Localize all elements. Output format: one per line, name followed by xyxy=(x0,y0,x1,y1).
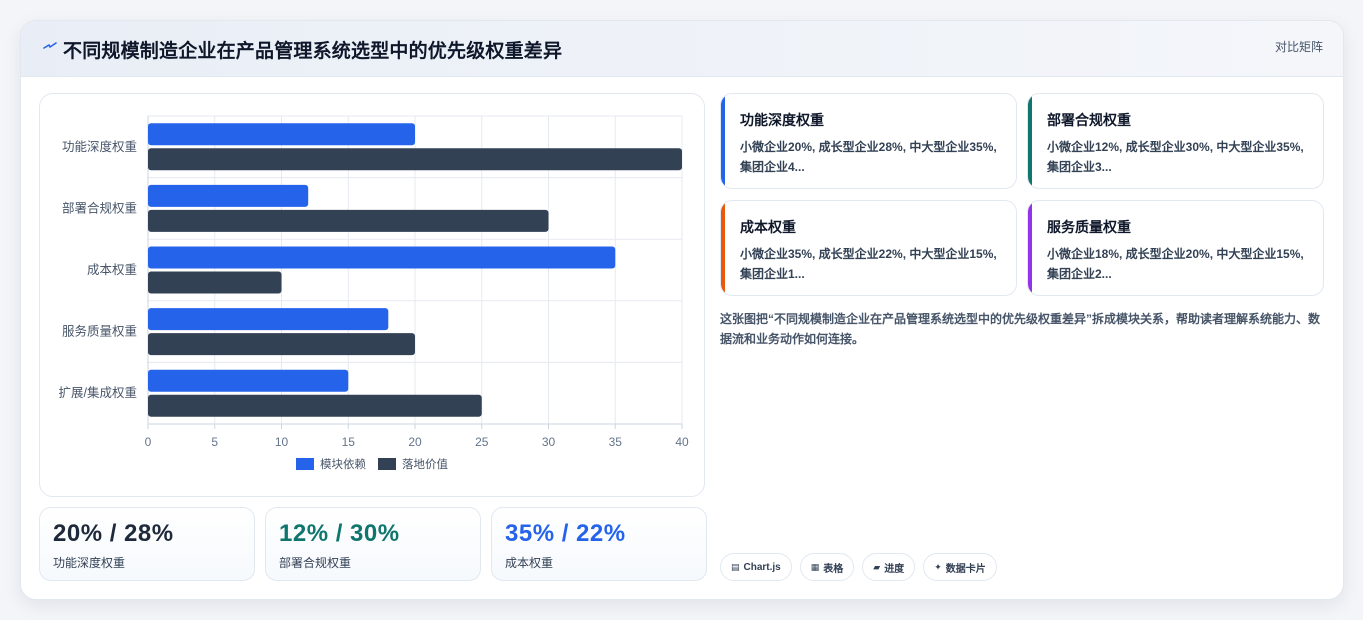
kpi-label: 功能深度权重 xyxy=(53,556,126,570)
x-tick-label: 5 xyxy=(211,435,218,449)
chip-label: 数据卡片 xyxy=(945,563,986,575)
chart-icon: ▤ xyxy=(731,561,740,572)
progress-icon: ▰ xyxy=(873,561,881,572)
category-label: 服务质量权重 xyxy=(62,324,137,339)
bar xyxy=(148,209,549,232)
category-label: 扩展/集成权重 xyxy=(59,385,137,400)
view-tag[interactable]: 对比矩阵 xyxy=(1275,38,1323,55)
x-tick-label: 20 xyxy=(408,435,422,449)
chip-chartjs[interactable]: ▤ Chart.js xyxy=(720,553,792,581)
x-tick-label: 10 xyxy=(275,435,289,449)
legend-label: 落地价值 xyxy=(402,458,448,471)
info-card-service: 服务质量权重 小微企业18%, 成长型企业20%, 中大型企业15%, 集团企业… xyxy=(1027,200,1324,296)
legend-swatch xyxy=(378,458,396,470)
main-card: 不同规模制造企业在产品管理系统选型中的优先级权重差异 对比矩阵 功能深度权重 部署… xyxy=(20,20,1344,600)
info-card-compliance: 部署合规权重 小微企业12%, 成长型企业30%, 中大型企业35%, 集团企业… xyxy=(1027,93,1324,189)
page-title: 不同规模制造企业在产品管理系统选型中的优先级权重差异 xyxy=(63,41,563,62)
kpi-card-function: 20% / 28% 功能深度权重 xyxy=(39,507,255,581)
kpi-label: 成本权重 xyxy=(505,556,554,570)
x-tick-label: 40 xyxy=(675,435,689,449)
chip-table[interactable]: ▦ 表格 xyxy=(799,553,855,581)
x-tick-label: 30 xyxy=(542,435,556,449)
kpi-card-compliance: 12% / 30% 部署合规权重 xyxy=(265,507,481,581)
chip-label: Chart.js xyxy=(743,561,781,573)
table-icon: ▦ xyxy=(810,561,820,572)
x-tick-label: 25 xyxy=(475,435,489,449)
bar xyxy=(148,369,349,392)
x-tick-label: 35 xyxy=(609,435,623,449)
chart-panel: 功能深度权重 部署合规权重成本权重服务质量权重 扩展/集成权重 0 5 10 15 20 25 3… xyxy=(39,93,705,497)
kpi-card-cost: 35% / 22% 成本权重 xyxy=(491,507,707,581)
chip-label: 表格 xyxy=(823,563,844,575)
bar xyxy=(148,246,616,269)
kpi-label: 部署合规权重 xyxy=(279,556,352,570)
bar xyxy=(148,308,389,331)
info-title: 服务质量权重 xyxy=(1047,219,1131,235)
kpi-value: 35% / 22% xyxy=(505,520,626,547)
chip-label: 进度 xyxy=(884,563,905,575)
info-title: 功能深度权重 xyxy=(740,112,824,128)
info-card-cost: 成本权重 小微企业35%, 成长型企业22%, 中大型企业15%, 集团企业1.… xyxy=(720,200,1017,296)
header: 不同规模制造企业在产品管理系统选型中的优先级权重差异 对比矩阵 xyxy=(21,21,1343,77)
bar xyxy=(148,148,682,171)
chip-row: ▤ Chart.js ▦ 表格 ▰ 进度 ✦ 数据卡片 xyxy=(720,553,997,581)
summary-text: 这张图把“不同规模制造企业在产品管理系统选型中的优先级权重差异”拆成模块关系，帮… xyxy=(720,312,1321,346)
info-desc: 小微企业35%, 成长型企业22%, 中大型企业15%, 集团企业1... xyxy=(740,247,997,281)
data-card-icon: ✦ xyxy=(934,561,942,572)
category-label: 部署合规权重 xyxy=(62,200,137,215)
info-desc: 小微企业18%, 成长型企业20%, 中大型企业15%, 集团企业2... xyxy=(1047,247,1304,281)
kpi-value: 20% / 28% xyxy=(53,520,174,547)
bar xyxy=(148,271,282,294)
category-label: 功能深度权重 xyxy=(62,139,137,154)
bar xyxy=(148,333,415,356)
flash-icon xyxy=(43,42,57,49)
x-tick-label: 0 xyxy=(145,435,152,449)
accent-bar xyxy=(1028,94,1032,188)
category-label: 成本权重 xyxy=(87,262,137,277)
x-tick-label: 15 xyxy=(342,435,356,449)
kpi-value: 12% / 30% xyxy=(279,520,400,547)
accent-bar xyxy=(721,201,725,295)
accent-bar xyxy=(721,94,725,188)
legend-label: 模块依赖 xyxy=(320,457,366,471)
info-desc: 小微企业12%, 成长型企业30%, 中大型企业35%, 集团企业3... xyxy=(1047,140,1304,174)
bar-chart: 功能深度权重部署合规权重成本权重服务质量权重扩展/集成权重 0 5 10 15 20 25 3… xyxy=(59,115,689,471)
info-title: 成本权重 xyxy=(740,219,796,235)
info-card-function: 功能深度权重 小微企业20%, 成长型企业28%, 中大型企业35%, 集团企业… xyxy=(720,93,1017,189)
info-title: 部署合规权重 xyxy=(1047,112,1131,128)
accent-bar xyxy=(1028,201,1032,295)
chip-data-card[interactable]: ✦ 数据卡片 xyxy=(923,553,997,581)
info-desc: 小微企业20%, 成长型企业28%, 中大型企业35%, 集团企业4... xyxy=(740,140,997,174)
bar xyxy=(148,184,309,207)
legend-swatch xyxy=(296,458,314,470)
chip-progress[interactable]: ▰ 进度 xyxy=(862,553,916,581)
bar xyxy=(148,123,415,146)
bar xyxy=(148,394,482,417)
